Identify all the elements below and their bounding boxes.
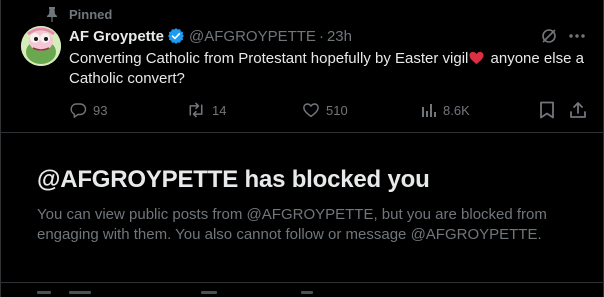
views-count: 8.6K [443,102,470,118]
avatar[interactable] [21,26,61,66]
repost-count: 14 [212,102,227,118]
grok-icon[interactable] [538,25,560,47]
display-name[interactable]: AF Groypette [69,28,164,45]
bottom-divider [1,282,604,283]
like-count: 510 [326,102,348,118]
tweet-actions: 93 14 510 8.6K [69,100,589,120]
more-options-icon[interactable] [565,25,589,47]
separator-dot: · [318,27,324,45]
pinned-indicator: Pinned [45,6,112,22]
verified-badge-icon[interactable] [167,27,185,45]
reply-count: 93 [93,102,108,118]
blocked-title: @AFGROYPETTE has blocked you [37,166,430,193]
reply-icon [69,101,87,119]
profile-timeline: Pinned AF Groypette @AFGROYPETTE · 23h C… [0,0,604,297]
views-icon [421,102,437,118]
share-button[interactable] [569,100,587,120]
tweet-header: AF Groypette @AFGROYPETTE · 23h [69,27,352,45]
blocked-description: You can view public posts from @AFGROYPE… [37,206,547,243]
reply-button[interactable]: 93 [69,100,107,120]
handle[interactable]: @AFGROYPETTE [189,28,316,45]
divider [1,132,604,133]
like-button[interactable]: 510 [302,100,348,120]
heart-icon [302,101,320,119]
pinned-label: Pinned [69,6,113,22]
tweet-text: Converting Catholic from Protestant hope… [69,49,589,89]
views-button[interactable]: 8.6K [421,100,470,120]
share-icon [569,101,587,119]
bookmark-button[interactable] [539,100,555,120]
repost-icon [186,101,206,119]
tweet-text-part-1: Converting Catholic from Protestant hope… [69,50,469,67]
next-section-edge [1,291,604,297]
pin-icon [45,6,59,22]
red-heart-emoji [469,51,484,65]
bookmark-icon [539,101,555,119]
repost-button[interactable]: 14 [186,100,226,120]
timestamp[interactable]: 23h [327,28,352,45]
